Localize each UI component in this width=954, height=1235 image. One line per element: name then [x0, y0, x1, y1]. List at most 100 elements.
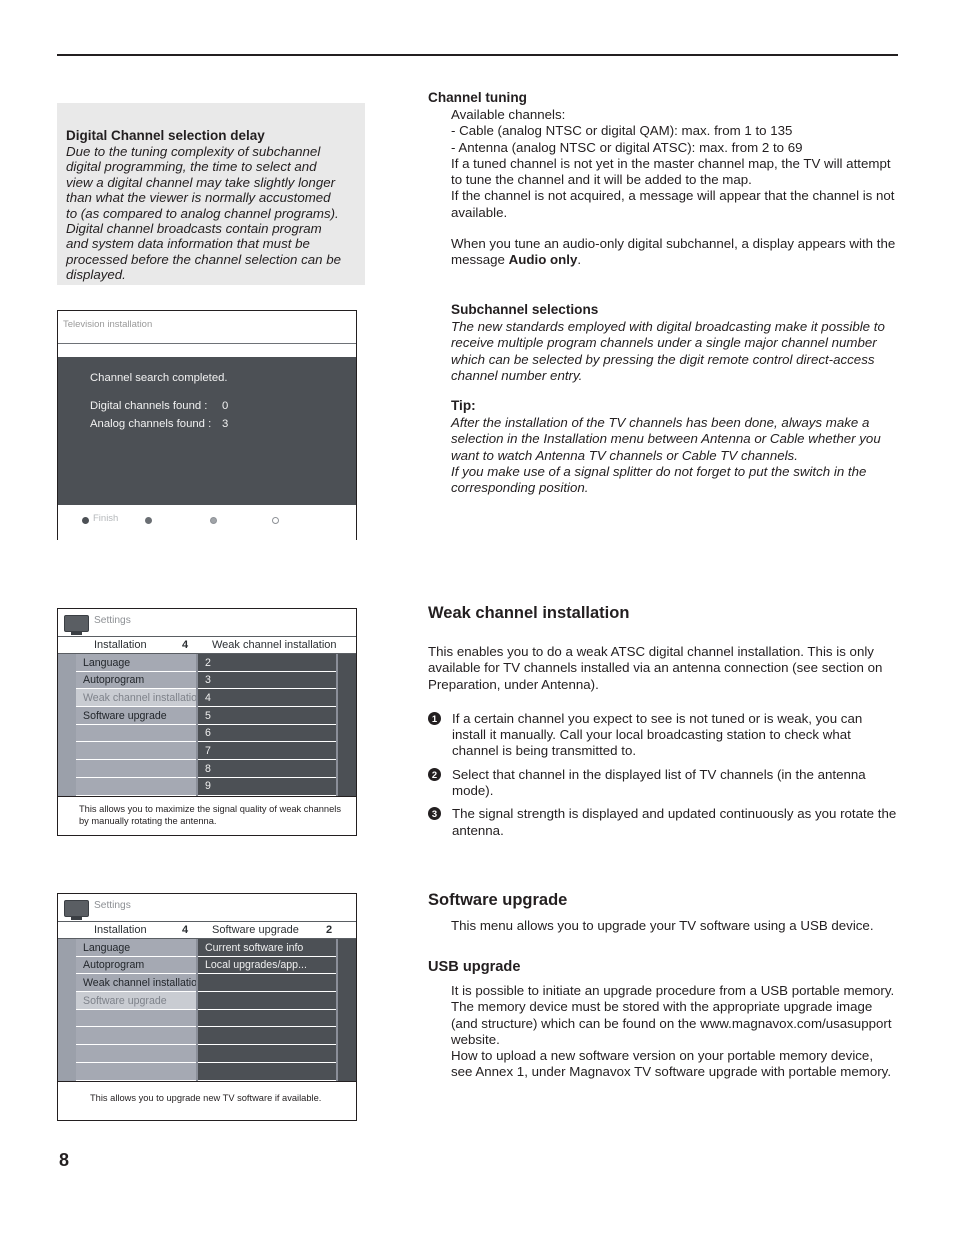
menu-topbar: Settings [58, 894, 356, 921]
menu-header-left: Installation [94, 924, 147, 936]
menu-item[interactable]: Language [76, 654, 196, 672]
analog-channels-label: Analog channels found : [90, 418, 212, 430]
section-title: Software upgrade [428, 891, 568, 909]
television-icon [64, 615, 90, 635]
analog-channels-row: Analog channels found : 3 [90, 415, 356, 433]
step-number-icon: 2 [428, 767, 441, 781]
menu-settings-label: Settings [94, 615, 131, 626]
menu-settings-label: Settings [94, 900, 131, 911]
section-title: Channel tuning [428, 90, 527, 105]
menu-item-empty [76, 1027, 196, 1046]
menu-left-gutter [58, 654, 76, 796]
section-usb-upgrade: USB upgrade It is possible to initiate a… [428, 959, 898, 1081]
section-software-upgrade: Software upgrade This menu allows you to… [428, 891, 898, 934]
submenu-item-empty [198, 1009, 336, 1028]
menu-item[interactable]: Autoprogram [76, 671, 196, 690]
menu-body: Language Autoprogram Weak channel instal… [58, 654, 356, 796]
section-title: Subchannel selections [451, 302, 599, 317]
tv-screen-title: Television installation [58, 311, 356, 343]
menu-header-right: Software upgrade [212, 924, 299, 936]
tip-title: Tip: [451, 398, 476, 414]
submenu-item-empty [198, 1062, 336, 1081]
channel-list-item[interactable]: 4 [198, 689, 336, 708]
menu-header-left: Installation [94, 639, 147, 651]
menu-header-right: Weak channel installation [212, 639, 337, 651]
note-body: Due to the tuning complexity of subchann… [66, 144, 341, 283]
subchannel-body: The new standards employed with digital … [451, 319, 885, 383]
menu-topbar: Settings [58, 609, 356, 636]
audio-only-message: Audio only [508, 252, 578, 268]
note-title: Digital Channel selection delay [66, 128, 265, 143]
digital-channels-value: 0 [222, 400, 229, 412]
step-number-icon: 3 [428, 807, 441, 821]
tip-body-2: If you make use of a signal splitter do … [451, 464, 867, 496]
menu-left-gutter [58, 939, 76, 1081]
submenu-item[interactable]: Local upgrades/app... [198, 956, 336, 975]
weak-channel-intro: This enables you to do a weak ATSC digit… [428, 644, 883, 692]
menu-header-right-count: 2 [326, 924, 333, 936]
channel-list-item[interactable]: 8 [198, 760, 336, 778]
color-key-dots: Finish [82, 513, 356, 529]
submenu-item-empty [198, 1027, 336, 1046]
menu-header-left-count: 4 [182, 924, 189, 936]
channel-list-item[interactable]: 9 [198, 777, 336, 796]
channel-list-item[interactable]: 6 [198, 724, 336, 743]
section-subchannel-selections: Subchannel selections The new standards … [451, 302, 898, 497]
section-title: USB upgrade [428, 959, 521, 975]
menu-left-column: Language Autoprogram Weak channel instal… [76, 939, 196, 1081]
illustration-software-upgrade-menu: Settings Installation 4 Software upgrade… [57, 893, 357, 1121]
page-top-rule [57, 54, 898, 56]
section-title: Weak channel installation [428, 604, 630, 622]
menu-item-selected[interactable]: Weak channel installation [76, 689, 196, 708]
software-upgrade-body: This menu allows you to upgrade your TV … [451, 918, 874, 933]
channel-unavailable-note: If the channel is not acquired, a messag… [451, 188, 895, 220]
tv-screen-body: Channel search completed. Digital channe… [58, 357, 356, 505]
fourth-dot-icon [272, 517, 279, 524]
menu-item-empty [76, 777, 196, 796]
step-text: Select that channel in the displayed lis… [452, 766, 866, 799]
menu-right-column: 2 3 4 5 6 7 8 9 [198, 654, 336, 796]
channel-list-item[interactable]: 3 [198, 671, 336, 690]
menu-item[interactable]: Weak channel installation [76, 974, 196, 993]
submenu-item-empty [198, 974, 336, 993]
tv-screen-footer: Finish [58, 505, 356, 544]
step-text: If a certain channel you expect to see i… [452, 710, 863, 759]
submenu-item[interactable]: Current software info [198, 939, 336, 957]
menu-item-selected[interactable]: Software upgrade [76, 992, 196, 1010]
step-item: 1 If a certain channel you expect to see… [428, 711, 898, 760]
digital-channels-label: Digital channels found : [90, 400, 208, 412]
menu-item-empty [76, 1062, 196, 1081]
menu-right-gutter [338, 939, 356, 1081]
page-number: 8 [59, 1150, 70, 1170]
usb-upgrade-body-1: It is possible to initiate an upgrade pr… [451, 983, 895, 1047]
section-channel-tuning: Channel tuning Available channels: - Cab… [428, 90, 898, 269]
finish-dot-label: Finish [93, 513, 119, 524]
channel-list-item[interactable]: 2 [198, 654, 336, 672]
third-dot-icon [210, 517, 217, 524]
menu-item-empty [76, 1009, 196, 1028]
menu-item[interactable]: Autoprogram [76, 956, 196, 975]
step-item: 2 Select that channel in the displayed l… [428, 767, 898, 800]
menu-item[interactable]: Software upgrade [76, 707, 196, 725]
finish-dot-icon [82, 517, 89, 524]
section-weak-channel-installation: Weak channel installation This enables y… [428, 604, 898, 846]
audio-only-note-post: . [577, 252, 582, 268]
menu-item-empty [76, 742, 196, 761]
menu-item-empty [76, 760, 196, 778]
tv-screen-subbar [58, 343, 356, 357]
audio-only-note: When you tune an audio-only digital subc… [451, 236, 898, 269]
available-channels-label: Available channels: [451, 107, 566, 122]
menu-header: Installation 4 Software upgrade 2 [58, 921, 356, 939]
channel-list-item[interactable]: 5 [198, 707, 336, 725]
menu-item-empty [76, 1045, 196, 1063]
menu-header: Installation 4 Weak channel installation [58, 636, 356, 654]
master-map-note: If a tuned channel is not yet in the mas… [451, 155, 891, 188]
illustration-channel-search: Television installation Channel search c… [57, 310, 357, 544]
television-icon [64, 900, 90, 920]
submenu-item-empty [198, 1045, 336, 1063]
step-item: 3 The signal strength is displayed and u… [428, 806, 898, 839]
step-text: The signal strength is displayed and upd… [452, 806, 897, 838]
channel-list-item[interactable]: 7 [198, 742, 336, 761]
menu-item[interactable]: Language [76, 939, 196, 957]
menu-left-column: Language Autoprogram Weak channel instal… [76, 654, 196, 796]
